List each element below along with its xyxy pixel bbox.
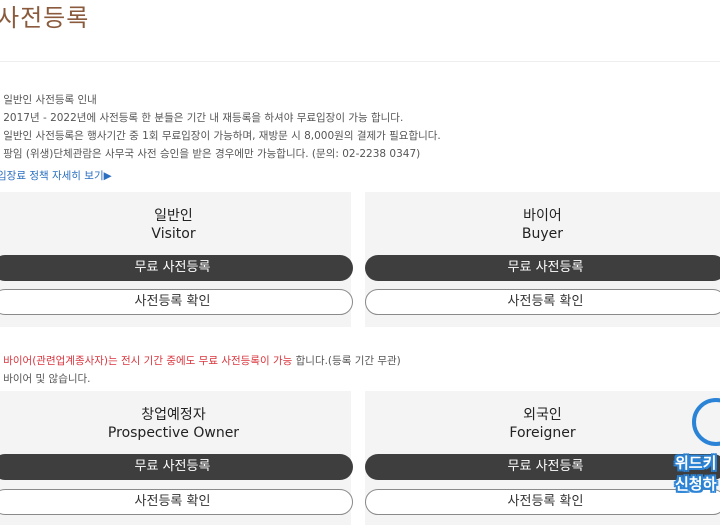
card-title-kr: 외국인 [523, 407, 562, 423]
card-title-en: Prospective Owner [107, 425, 240, 441]
free-register-button-buyer[interactable]: 무료 사전등록 [365, 255, 720, 281]
card-title-en: Foreigner [509, 425, 576, 441]
card-title-en: Buyer [521, 226, 564, 242]
card-title-kr: 창업예정자 [141, 407, 206, 423]
check-registration-button-buyer[interactable]: 사전등록 확인 [365, 289, 720, 315]
check-registration-button-foreigner[interactable]: 사전등록 확인 [365, 489, 720, 515]
magnifier-icon [692, 398, 720, 446]
buyer-notice-highlight: 바이어(관련업계종사자)는 전시 기간 중에도 무료 사전등록이 가능 [3, 355, 293, 367]
promo-text-line2: 신청하 [675, 475, 717, 493]
buyer-notice-line: ' 바이어(관련업계종사자)는 전시 기간 중에도 무료 사전등록이 가능 합니… [0, 352, 401, 370]
check-registration-button-prospective-owner[interactable]: 사전등록 확인 [0, 489, 353, 515]
notice-line: ' 2017년 - 2022년에 사전등록 한 분들은 기간 내 재등록을 하셔… [0, 112, 404, 124]
card-visitor: 일반인 Visitor 무료 사전등록 사전등록 확인 [0, 192, 353, 327]
card-foreigner: 외국인 Foreigner 무료 사전등록 사전등록 확인 [365, 391, 720, 525]
card-prospective-owner: 창업예정자 Prospective Owner 무료 사전등록 사전등록 확인 [0, 391, 353, 525]
page-title: 사전등록 [0, 4, 90, 32]
buyer-notice: ' 바이어(관련업계종사자)는 전시 기간 중에도 무료 사전등록이 가능 합니… [0, 352, 401, 388]
title-divider [0, 61, 720, 62]
admission-policy-link[interactable]: 입장료 정책 자세히 보기▶ [0, 168, 112, 183]
card-title-en: Visitor [151, 226, 196, 242]
notice-line: ' 팡임 (위생)단체관람은 사무국 사전 승인을 받은 경우에만 가능합니다.… [0, 148, 421, 160]
buyer-notice-line: ' 바이어 및 않습니다. [0, 373, 91, 385]
promo-text-line1: 위드키 [675, 454, 717, 472]
check-registration-button-visitor[interactable]: 사전등록 확인 [0, 289, 353, 315]
notice-line: ' 일반인 사전등록 인내 [0, 94, 97, 106]
card-buyer: 바이어 Buyer 무료 사전등록 사전등록 확인 [365, 192, 720, 327]
buyer-notice-suffix: 합니다.(등록 기간 무관) [292, 355, 401, 367]
notice-line: ' 일반인 사전등록은 행사기간 중 1회 무료입장이 가능하며, 재방문 시 … [0, 130, 441, 142]
free-register-button-foreigner[interactable]: 무료 사전등록 [365, 454, 720, 480]
card-title-kr: 바이어 [523, 208, 562, 224]
floating-promo-badge[interactable]: 위드키 신청하 [672, 398, 720, 498]
card-title-kr: 일반인 [154, 208, 193, 224]
free-register-button-visitor[interactable]: 무료 사전등록 [0, 255, 353, 281]
registration-notice: ' 일반인 사전등록 인내 ' 2017년 - 2022년에 사전등록 한 분들… [0, 91, 441, 163]
free-register-button-prospective-owner[interactable]: 무료 사전등록 [0, 454, 353, 480]
